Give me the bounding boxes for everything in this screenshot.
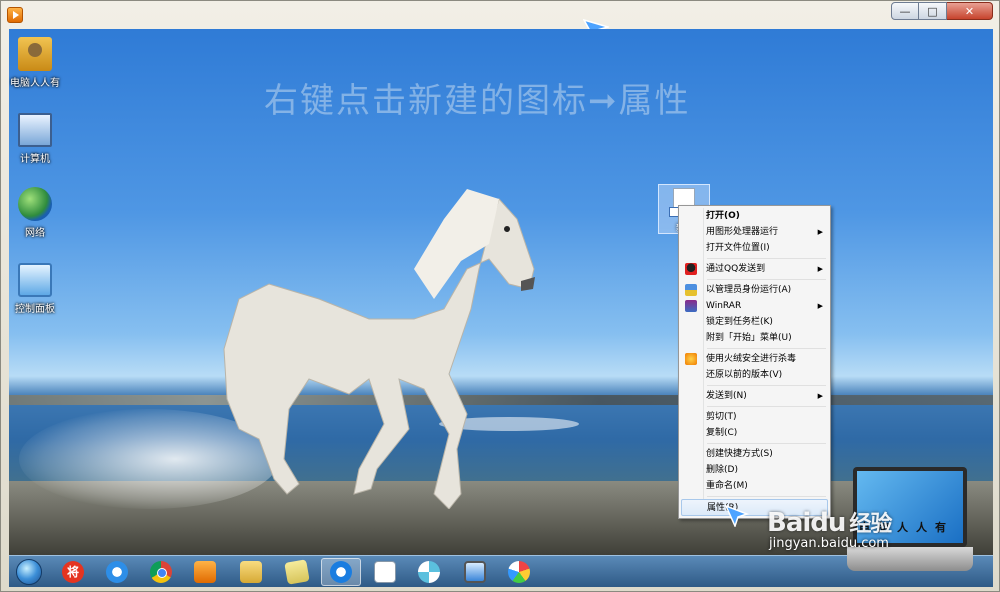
desktop-icon-computer[interactable]: 计算机 (9, 113, 61, 165)
desktop-icon-control-panel[interactable]: 控制面板 (9, 263, 61, 315)
taskbar-document[interactable] (365, 558, 405, 586)
taskbar-fan[interactable] (409, 558, 449, 586)
taskbar-player[interactable] (185, 558, 225, 586)
menu-item-rename[interactable]: 重命名(M) (681, 478, 828, 494)
desktop-icon-network[interactable]: 网络 (9, 187, 61, 239)
huorong-icon (685, 353, 697, 365)
monitor-icon (464, 561, 486, 583)
taskbar-monitor[interactable] (455, 558, 495, 586)
menu-separator (707, 496, 826, 497)
cursor-arrow-icon (725, 505, 749, 527)
desktop-icon-label: 网络 (25, 228, 45, 239)
minimize-button[interactable]: — (891, 2, 919, 20)
submenu-arrow-icon: ▶ (817, 228, 823, 236)
menu-item-create-shortcut[interactable]: 创建快捷方式(S) (681, 446, 828, 462)
close-button[interactable]: ✕ (947, 2, 993, 20)
qq-penguin-icon (685, 263, 697, 275)
ie-icon (106, 561, 128, 583)
menu-separator (707, 443, 826, 444)
sticky-notes-icon (284, 559, 310, 585)
menu-item-open-location[interactable]: 打开文件位置(I) (681, 240, 828, 256)
control-panel-icon (18, 263, 52, 297)
start-button[interactable] (9, 558, 49, 586)
desktop[interactable]: 右键点击新建的图标➞属性 电脑人人有 计算机 网络 控制面板 新建 (9, 29, 993, 555)
network-icon (18, 187, 52, 221)
jiang-icon: 将 (62, 561, 84, 583)
menu-separator (707, 385, 826, 386)
taskbar-qq-browser[interactable] (321, 558, 361, 586)
menu-item-restore-versions[interactable]: 还原以前的版本(V) (681, 367, 828, 383)
menu-separator (707, 406, 826, 407)
title-bar[interactable]: — □ ✕ (1, 1, 1000, 28)
taskbar: 将 (9, 555, 993, 587)
desktop-icon-user-folder[interactable]: 电脑人人有 (9, 37, 61, 89)
menu-item-antivirus[interactable]: 使用火绒安全进行杀毒 (681, 351, 828, 367)
computer-icon (18, 113, 52, 147)
window-controls: — □ ✕ (891, 2, 993, 20)
taskbar-notes[interactable] (277, 558, 317, 586)
document-icon (374, 561, 396, 583)
white-horse-wallpaper (223, 189, 535, 509)
user-folder-icon (18, 37, 52, 71)
fan-icon (418, 561, 440, 583)
menu-item-run-admin[interactable]: 以管理员身份运行(A) (681, 282, 828, 298)
submenu-arrow-icon: ▶ (817, 265, 823, 273)
taskbar-chrome[interactable] (141, 558, 181, 586)
paint-icon (508, 561, 530, 583)
qq-browser-icon (330, 561, 352, 583)
windows-orb-icon (16, 559, 42, 585)
uac-shield-icon (685, 284, 697, 296)
maximize-button[interactable]: □ (919, 2, 947, 20)
taskbar-jiang[interactable]: 将 (53, 558, 93, 586)
menu-item-cut[interactable]: 剪切(T) (681, 409, 828, 425)
player-window: — □ ✕ 右键点击新建的图标➞属性 电脑人人有 计算机 网络 控制面板 打开(… (0, 0, 1000, 592)
player-icon (194, 561, 216, 583)
watermark-brand: Baidu 经验 (767, 508, 892, 538)
submenu-arrow-icon: ▶ (817, 392, 823, 400)
desktop-icon-label: 电脑人人有 (10, 78, 60, 89)
menu-item-run-gpu[interactable]: 用图形处理器运行 ▶ (681, 224, 828, 240)
folder-icon (240, 561, 262, 583)
menu-separator (707, 279, 826, 280)
menu-item-copy[interactable]: 复制(C) (681, 425, 828, 441)
menu-separator (707, 258, 826, 259)
chrome-icon (150, 561, 172, 583)
submenu-arrow-icon: ▶ (817, 302, 823, 310)
desktop-icon-label: 控制面板 (15, 304, 55, 315)
taskbar-explorer[interactable] (231, 558, 271, 586)
menu-item-winrar[interactable]: WinRAR ▶ (681, 298, 828, 314)
taskbar-paint[interactable] (499, 558, 539, 586)
winrar-icon (685, 300, 697, 312)
watermark-url: jingyan.baidu.com (769, 536, 889, 551)
instruction-overlay-text: 右键点击新建的图标➞属性 (264, 81, 691, 121)
menu-item-send-to[interactable]: 发送到(N) ▶ (681, 388, 828, 404)
menu-item-send-qq[interactable]: 通过QQ发送到 ▶ (681, 261, 828, 277)
context-menu: 打开(O) 用图形处理器运行 ▶ 打开文件位置(I) 通过QQ发送到 ▶ 以管理员身… (678, 205, 831, 519)
desktop-icon-label: 计算机 (20, 154, 50, 165)
menu-item-delete[interactable]: 删除(D) (681, 462, 828, 478)
taskbar-ie[interactable] (97, 558, 137, 586)
menu-separator (707, 348, 826, 349)
menu-item-pin-start[interactable]: 附到「开始」菜单(U) (681, 330, 828, 346)
menu-item-pin-taskbar[interactable]: 锁定到任务栏(K) (681, 314, 828, 330)
player-app-icon[interactable] (7, 7, 23, 23)
menu-item-open[interactable]: 打开(O) (681, 208, 828, 224)
baidu-jingyan-watermark: Baidu 经验 jingyan.baidu.com (767, 506, 892, 551)
